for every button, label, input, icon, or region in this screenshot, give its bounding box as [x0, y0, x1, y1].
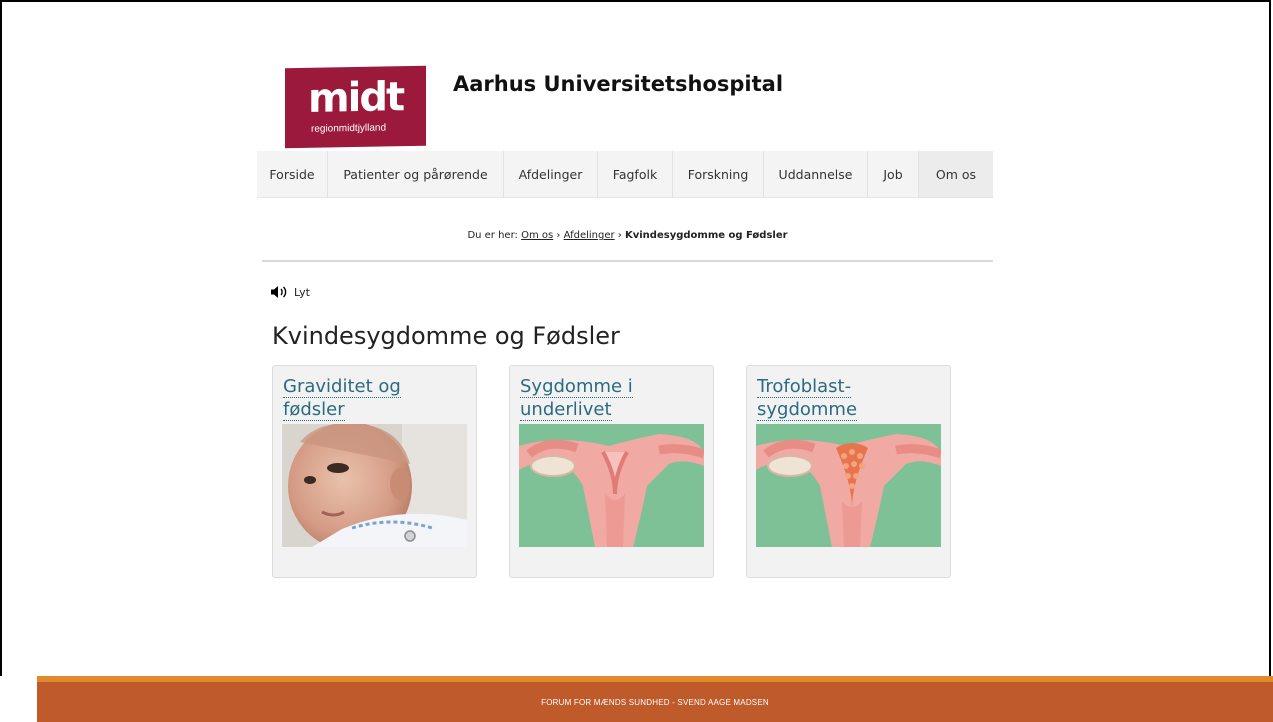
card-graviditet[interactable]: Graviditet og fødsler — [272, 365, 477, 578]
card-title-link[interactable]: Trofoblast- sygdomme — [757, 375, 937, 421]
card-trofoblast[interactable]: Trofoblast- sygdomme — [746, 365, 951, 578]
breadcrumb-link-om-os[interactable]: Om os — [521, 230, 553, 241]
uterus-illustration[interactable] — [519, 424, 704, 547]
region-midt-logo[interactable]: midt regionmidtjylland — [285, 65, 426, 149]
nav-item-forskning[interactable]: Forskning — [673, 151, 764, 197]
nav-item-uddannelse[interactable]: Uddannelse — [764, 151, 868, 197]
card-title-link[interactable]: Sygdomme i underlivet — [520, 375, 700, 421]
breadcrumb-link-afdelinger[interactable]: Afdelinger — [564, 230, 615, 241]
footer-text: FORUM FOR MÆNDS SUNDHED - SVEND AAGE MAD… — [541, 697, 769, 707]
breadcrumb-separator-icon: › — [556, 230, 561, 241]
logo-wordmark: midt — [308, 74, 404, 122]
footer: FORUM FOR MÆNDS SUNDHED - SVEND AAGE MAD… — [37, 682, 1273, 722]
breadcrumb-current: Kvindesygdomme og Fødsler — [624, 230, 788, 241]
nav-item-afdelinger[interactable]: Afdelinger — [504, 151, 598, 197]
uterus-mole-illustration[interactable] — [756, 424, 941, 547]
nav-item-forside[interactable]: Forside — [257, 151, 328, 197]
site-title: Aarhus Universitetshospital — [453, 72, 784, 96]
card-title-link[interactable]: Graviditet og fødsler — [283, 375, 463, 421]
listen-button[interactable]: Lyt — [270, 285, 310, 299]
newborn-baby-photo[interactable] — [282, 424, 467, 547]
breadcrumb-separator-icon: › — [617, 230, 622, 241]
nav-item-job[interactable]: Job — [868, 151, 919, 197]
breadcrumb-prefix: Du er her: — [467, 230, 518, 241]
divider — [262, 260, 993, 262]
card-sygdomme[interactable]: Sygdomme i underlivet — [509, 365, 714, 578]
nav-item-patienter[interactable]: Patienter og pårørende — [328, 151, 504, 197]
speaker-icon — [271, 286, 287, 298]
page-title: Kvindesygdomme og Fødsler — [272, 322, 620, 350]
listen-label: Lyt — [294, 285, 310, 299]
nav-item-om-os[interactable]: Om os — [919, 151, 993, 197]
nav-item-fagfolk[interactable]: Fagfolk — [598, 151, 673, 197]
logo-subtitle: regionmidtjylland — [311, 122, 387, 135]
breadcrumb: Du er her: Om os › Afdelinger › Kvindesy… — [262, 230, 993, 241]
main-nav: Forside Patienter og pårørende Afdelinge… — [257, 151, 993, 198]
